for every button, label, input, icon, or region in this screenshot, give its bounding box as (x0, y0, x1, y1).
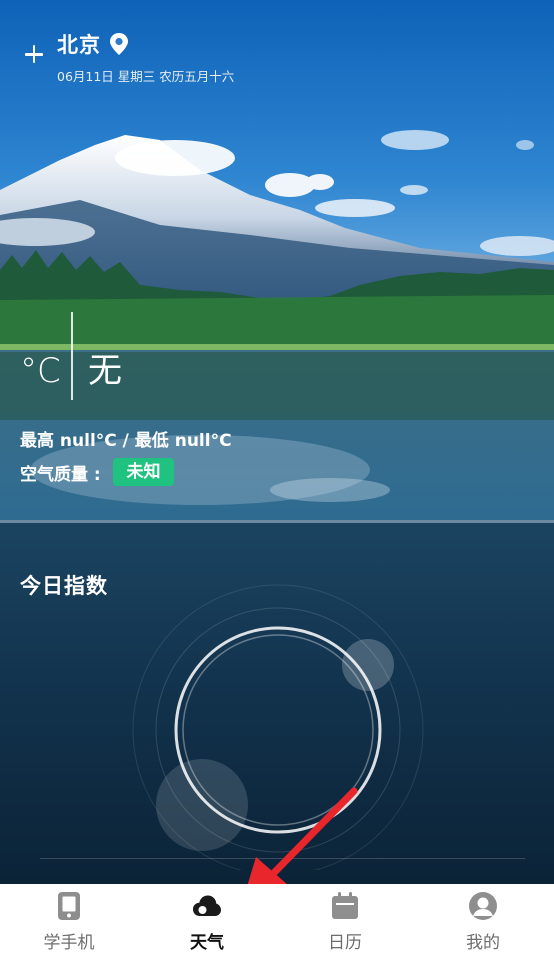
temperature-unit: °C (20, 351, 61, 391)
city-name[interactable]: 北京 (57, 29, 101, 59)
bottom-tab-bar: 学手机 天气 日历 我的 (0, 884, 554, 956)
air-quality-label: 空气质量 : (20, 465, 101, 485)
calendar-icon (332, 892, 358, 919)
tab-label-calendar: 日历 (328, 933, 362, 953)
tab-profile[interactable]: 我的 (414, 884, 552, 956)
phone-icon (58, 892, 80, 920)
weather-condition: 无 (88, 351, 122, 391)
tab-weather[interactable]: 天气 (138, 884, 276, 956)
tab-learn-phone[interactable]: 学手机 (0, 884, 138, 956)
air-quality-badge: 未知 (113, 458, 174, 486)
tab-label-learn-phone: 学手机 (43, 933, 95, 953)
location-header: 北京 06月11日 星期三 农历五月十六 (0, 0, 554, 100)
date-line: 06月11日 星期三 农历五月十六 (57, 69, 235, 84)
section-divider (0, 520, 554, 523)
tab-label-weather: 天气 (190, 933, 224, 953)
today-index-title: 今日指数 (20, 574, 108, 598)
location-pin-icon[interactable] (108, 32, 130, 56)
temperature-divider (71, 312, 73, 400)
add-city-button[interactable] (20, 40, 48, 68)
current-temperature-block: °C 无 (20, 312, 320, 400)
cloud-icon (193, 895, 221, 916)
high-low-temperature: 最高 null°C / 最低 null°C (20, 431, 232, 451)
profile-icon (469, 892, 497, 920)
tab-label-profile: 我的 (466, 933, 500, 953)
tab-calendar[interactable]: 日历 (276, 884, 414, 956)
